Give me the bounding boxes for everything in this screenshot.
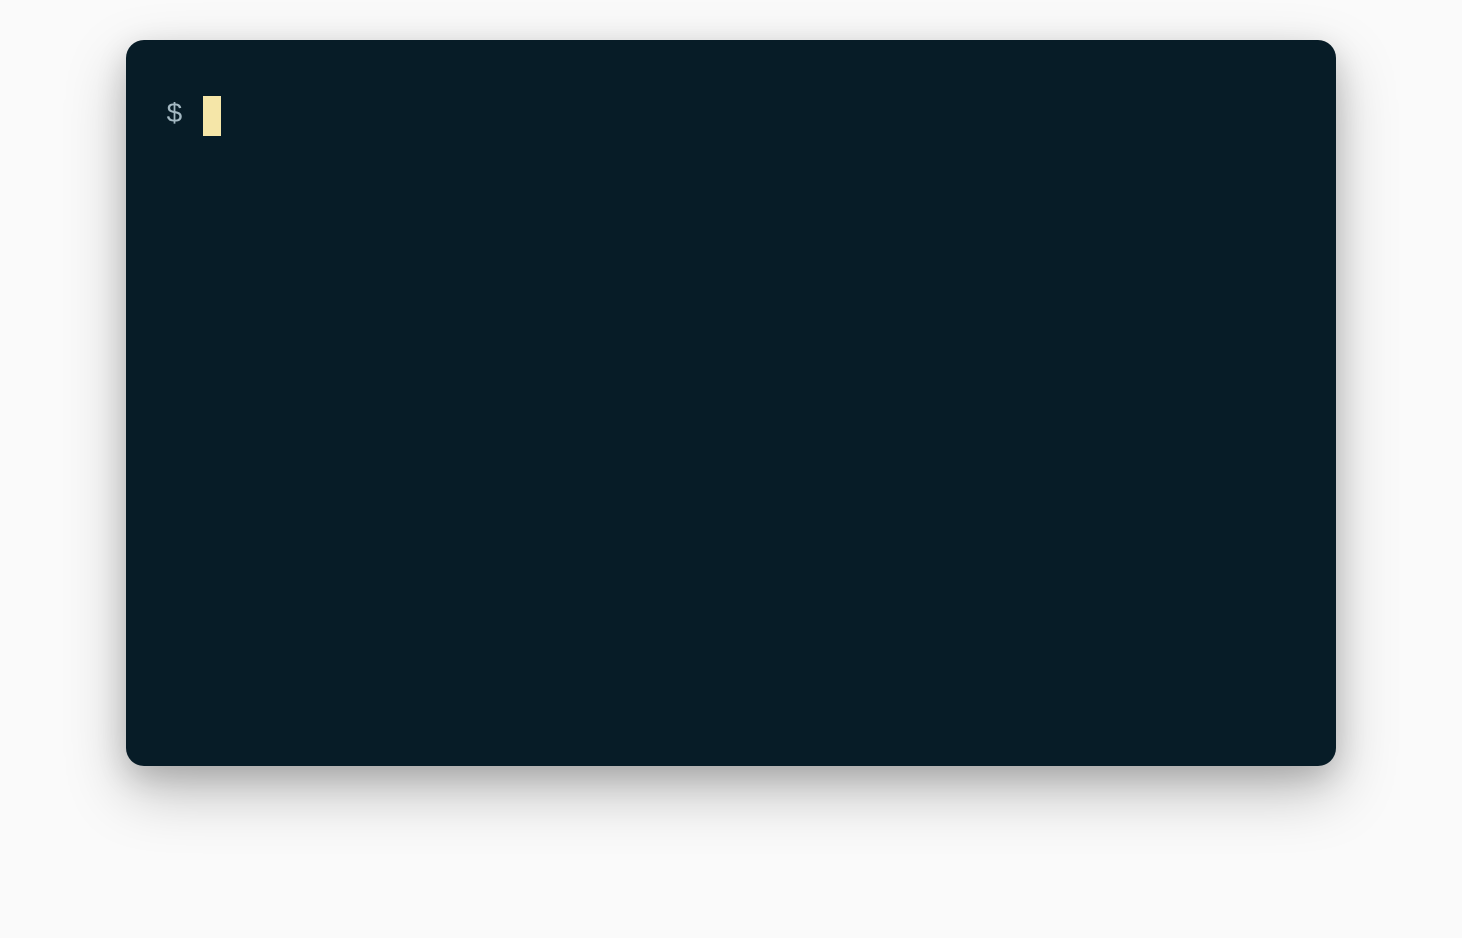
command-input[interactable]	[203, 96, 1296, 136]
cursor-icon	[203, 96, 221, 136]
prompt-symbol: $	[166, 96, 183, 135]
terminal-prompt-line: $	[166, 96, 1296, 136]
terminal-window[interactable]: $	[126, 40, 1336, 766]
